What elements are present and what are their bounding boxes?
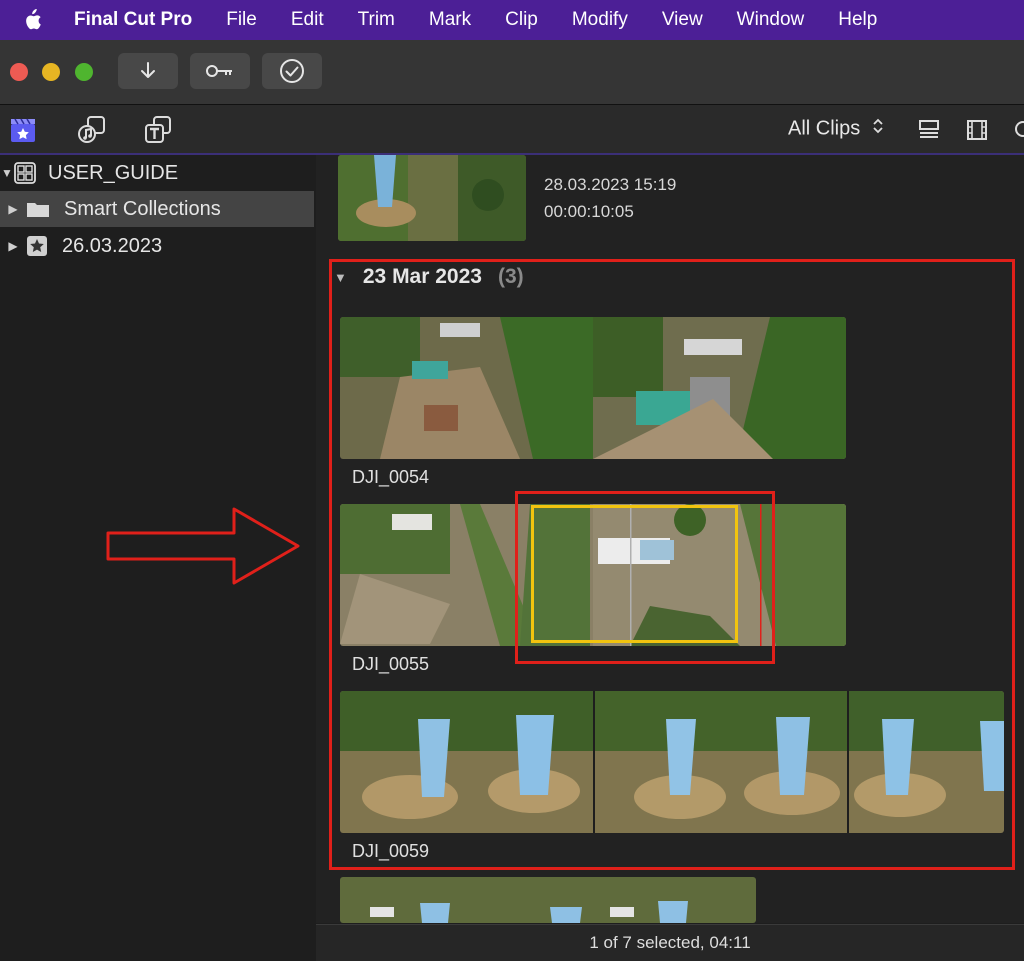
sidebar-item-label: Smart Collections xyxy=(64,197,221,220)
sidebar-item-label: 26.03.2023 xyxy=(62,234,163,257)
clip-thumbnail-top[interactable] xyxy=(338,155,526,241)
background-tasks-button[interactable] xyxy=(262,53,322,89)
menu-app-name[interactable]: Final Cut Pro xyxy=(74,9,192,31)
menu-help[interactable]: Help xyxy=(838,9,877,31)
keywords-button[interactable] xyxy=(190,53,250,89)
sidebar-item-smart-collections[interactable]: ▶ Smart Collections xyxy=(0,191,314,227)
top-clip-duration: 00:00:10:05 xyxy=(544,202,634,221)
libraries-icon[interactable] xyxy=(8,115,38,145)
disclosure-triangle-open-icon[interactable]: ▼ xyxy=(0,166,14,180)
clip-filter-popup[interactable]: All Clips xyxy=(788,117,884,141)
top-clip-date: 28.03.2023 15:19 xyxy=(544,175,677,194)
folder-icon xyxy=(26,200,50,218)
menu-window[interactable]: Window xyxy=(737,9,805,31)
search-icon[interactable] xyxy=(1008,115,1024,145)
titles-generators-icon[interactable] xyxy=(143,115,173,145)
menu-trim[interactable]: Trim xyxy=(358,9,395,31)
sidebar-item-event[interactable]: ▶ 26.03.2023 xyxy=(0,228,314,264)
download-arrow-icon xyxy=(141,62,155,78)
library-name: USER_GUIDE xyxy=(48,161,179,184)
library-row[interactable]: ▼ USER_GUIDE xyxy=(0,155,314,191)
minimize-window-button[interactable] xyxy=(42,63,60,81)
browser-status-bar: 1 of 7 selected, 04:11 xyxy=(316,924,1024,961)
menu-view[interactable]: View xyxy=(662,9,703,31)
apple-logo-icon[interactable] xyxy=(22,9,44,31)
menu-bar: Final Cut Pro File Edit Trim Mark Clip M… xyxy=(0,0,1024,40)
zoom-window-button[interactable] xyxy=(75,63,93,81)
clip-filter-label: All Clips xyxy=(788,117,861,140)
window-toolbar xyxy=(0,40,1024,105)
annotation-arrow-icon xyxy=(104,505,304,592)
chevron-updown-icon xyxy=(872,117,884,141)
menu-file[interactable]: File xyxy=(226,9,257,31)
checkmark-circle-icon xyxy=(280,59,304,83)
key-icon xyxy=(206,65,232,77)
browser-header-bar: All Clips xyxy=(0,105,1024,155)
clip-thumbnail-bottom[interactable] xyxy=(340,877,756,923)
import-button[interactable] xyxy=(118,53,178,89)
annotation-selection-box xyxy=(515,491,775,664)
selection-status: 1 of 7 selected, 04:11 xyxy=(589,933,751,952)
disclosure-triangle-closed-icon[interactable]: ▶ xyxy=(6,239,20,253)
menu-mark[interactable]: Mark xyxy=(429,9,471,31)
list-view-icon[interactable] xyxy=(914,115,944,145)
close-window-button[interactable] xyxy=(10,63,28,81)
menu-edit[interactable]: Edit xyxy=(291,9,324,31)
star-event-icon xyxy=(26,235,48,257)
disclosure-triangle-closed-icon[interactable]: ▶ xyxy=(6,202,20,216)
menu-modify[interactable]: Modify xyxy=(572,9,628,31)
photos-audio-icon[interactable] xyxy=(77,115,107,145)
library-grid-icon xyxy=(14,162,36,184)
menu-clip[interactable]: Clip xyxy=(505,9,538,31)
filmstrip-view-icon[interactable] xyxy=(962,115,992,145)
